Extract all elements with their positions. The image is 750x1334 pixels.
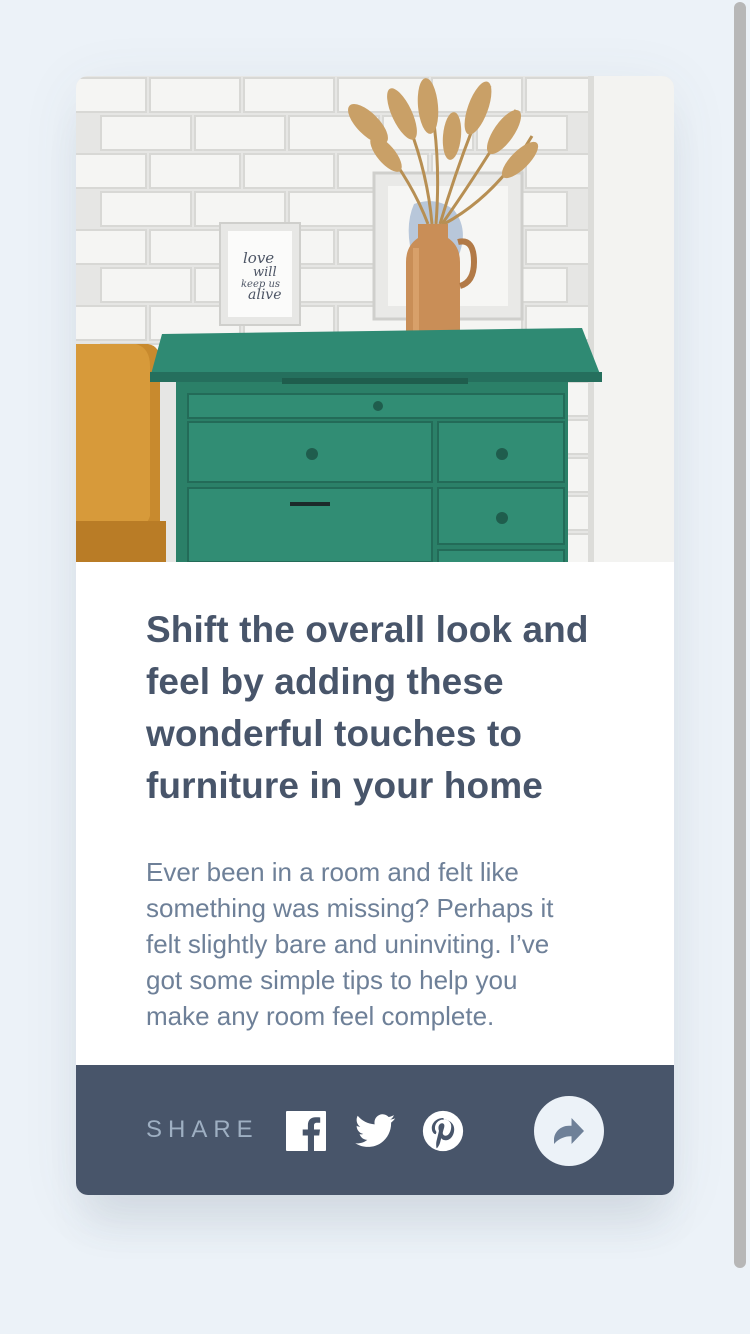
article-title: Shift the overall look and feel by addin…: [146, 609, 589, 806]
share-footer: SHARE: [76, 1065, 674, 1195]
twitter-icon[interactable]: [354, 1110, 396, 1152]
facebook-icon[interactable]: [286, 1111, 326, 1151]
share-button[interactable]: [534, 1096, 604, 1166]
page-scrollbar[interactable]: [734, 2, 746, 1268]
article-body: Shift the overall look and feel by addin…: [146, 604, 616, 1034]
svg-text:alive: alive: [248, 287, 282, 303]
share-arrow-icon: [554, 1118, 584, 1144]
article-hero-image: love will keep us alive: [76, 76, 674, 562]
svg-text:will: will: [253, 265, 277, 280]
share-label: SHARE: [146, 1116, 259, 1143]
framed-print: love will keep us alive: [219, 222, 301, 326]
article-card: love will keep us alive Shift the overal…: [76, 76, 674, 1195]
article-description: Ever been in a room and felt like someth…: [146, 857, 554, 1031]
pinterest-icon[interactable]: [422, 1110, 464, 1152]
